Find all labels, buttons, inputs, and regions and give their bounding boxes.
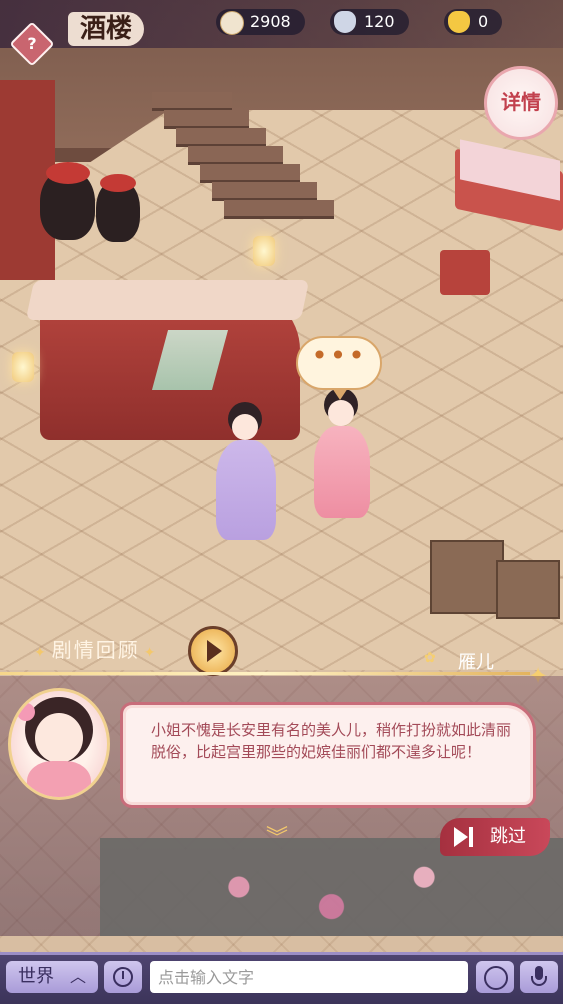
dialogue-text: 小姐不愧是长安里有名的美人儿，稍作打扮就如此清丽脱俗，比起宫里那些的妃嫔佳丽们都…: [151, 721, 512, 761]
character-lady[interactable]: [196, 400, 296, 545]
clock-icon: [113, 967, 133, 987]
chevron-up-icon: ︿: [70, 967, 87, 986]
history-button[interactable]: [104, 961, 142, 993]
silver-counter[interactable]: 120: [330, 9, 409, 35]
channel-label: 世界: [18, 966, 54, 987]
silver-value: 120: [364, 12, 395, 31]
gold-counter[interactable]: 0: [444, 9, 503, 35]
detail-button[interactable]: 详情: [484, 66, 558, 140]
skip-icon: [454, 827, 476, 847]
continue-chevron-icon[interactable]: ︾: [266, 820, 288, 852]
gold-ingot-icon: [448, 11, 470, 33]
microphone-icon: [531, 966, 547, 986]
recap-label: 剧情回顾: [51, 638, 140, 662]
flower-icon: ✿: [424, 650, 436, 666]
voice-button[interactable]: [520, 961, 558, 993]
lantern-icon: [12, 352, 34, 382]
flower-icon: [17, 703, 35, 721]
story-recap[interactable]: ✦ 剧情回顾 ✦: [30, 634, 161, 663]
speaker-avatar: [8, 688, 110, 800]
chat-input[interactable]: [150, 961, 468, 993]
channel-selector[interactable]: 世界 ︿: [6, 961, 98, 993]
location-title: 酒楼: [68, 12, 145, 46]
sparkle-icon: ✦: [143, 645, 158, 661]
coin-counter[interactable]: 2908: [216, 9, 305, 35]
lantern-icon: [253, 236, 275, 266]
skip-label: 跳过: [490, 826, 526, 847]
speaker-name: 雁儿: [458, 652, 494, 673]
dialogue-box[interactable]: 小姐不愧是长安里有名的美人儿，稍作打扮就如此清丽脱俗，比起宫里那些的妃嫔佳丽们都…: [120, 702, 536, 808]
chat-bar: 世界 ︿: [0, 952, 563, 1004]
staircase: [142, 52, 342, 222]
speech-bubble: •••: [296, 336, 382, 400]
smiley-icon: [484, 966, 508, 990]
coin-value: 2908: [250, 12, 291, 31]
question-icon: ?: [27, 34, 37, 53]
coin-icon: [220, 11, 244, 35]
sparkle-icon: ✦: [34, 645, 48, 661]
skip-button[interactable]: 跳过: [440, 818, 550, 856]
character-maid[interactable]: [306, 388, 378, 523]
play-icon[interactable]: [188, 626, 238, 676]
stool: [440, 250, 490, 295]
gold-value: 0: [478, 12, 489, 31]
wooden-crates: [430, 530, 563, 620]
silver-ingot-icon: [334, 11, 356, 33]
emoji-button[interactable]: [476, 961, 514, 993]
divider-line: [0, 672, 530, 675]
